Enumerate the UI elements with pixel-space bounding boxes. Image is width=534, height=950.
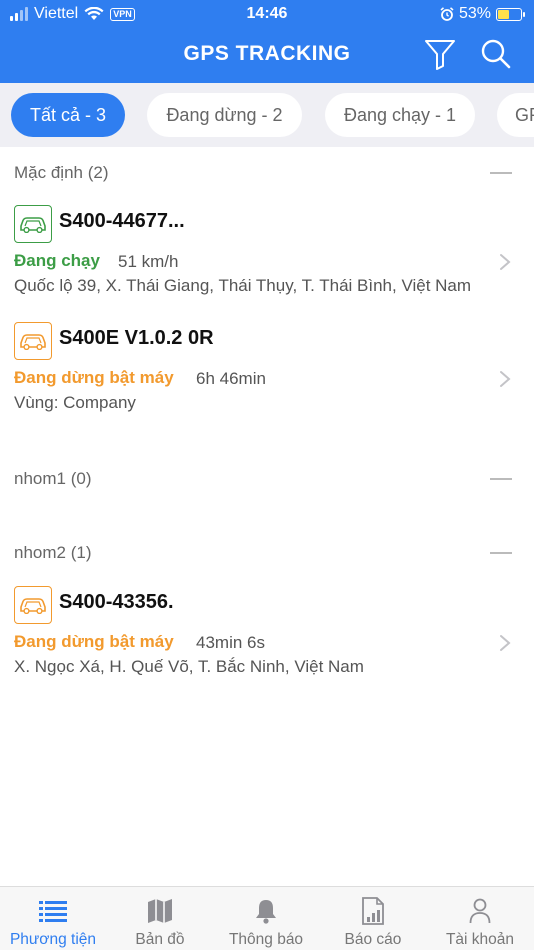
vehicle-item[interactable]: S400-44677... Đang chạy 51 km/h Quốc lộ … [0, 205, 534, 305]
vehicle-name: S400-43356. [59, 591, 174, 613]
group-header-nhom2[interactable]: nhom2 (1) [0, 538, 534, 568]
list-icon [38, 897, 68, 925]
app-header: Viettel VPN 14:46 53% GPS TRACKING [0, 0, 534, 83]
tab-account[interactable]: Tài khoản [427, 887, 533, 950]
group-label: Mặc định (2) [14, 163, 109, 182]
vehicle-speed: 51 km/h [118, 252, 179, 271]
filter-button[interactable] [424, 38, 456, 70]
vehicle-name: S400E V1.0.2 0R [59, 327, 214, 349]
bell-icon [251, 897, 281, 925]
alarm-icon [440, 7, 454, 21]
car-icon [14, 322, 52, 360]
chevron-right-icon [500, 371, 511, 387]
car-icon [14, 205, 52, 243]
group-label: nhom1 (0) [14, 469, 92, 488]
vehicle-status: Đang dừng bật máy [14, 632, 174, 651]
group-header-default[interactable]: Mặc định (2) [0, 158, 534, 188]
tab-label: Phương tiện [9, 931, 97, 948]
vehicle-address: Vùng: Company [14, 393, 136, 412]
bottom-tab-bar: Phương tiện Bản đồ Thông báo Báo cáo Tài… [0, 886, 534, 950]
tab-vehicles[interactable]: Phương tiện [0, 887, 106, 950]
tab-map[interactable]: Bản đồ [107, 887, 213, 950]
map-icon [145, 897, 175, 925]
chevron-right-icon [500, 635, 511, 651]
user-icon [465, 897, 495, 925]
vehicle-status: Đang chạy [14, 251, 100, 270]
tab-label: Tài khoản [445, 931, 515, 948]
vehicle-name: S400-44677... [59, 210, 185, 232]
tab-stopped[interactable]: Đang dừng - 2 [147, 93, 302, 137]
status-bar: Viettel VPN 14:46 53% [0, 0, 534, 28]
vehicle-item[interactable]: S400E V1.0.2 0R Đang dừng bật máy 6h 46m… [0, 322, 534, 422]
search-button[interactable] [480, 38, 512, 70]
battery-percent: 53% [458, 5, 491, 22]
tab-label: Thông báo [228, 931, 304, 948]
collapse-icon[interactable] [490, 478, 512, 480]
car-icon [14, 586, 52, 624]
group-header-nhom1[interactable]: nhom1 (0) [0, 464, 534, 494]
search-icon [481, 39, 511, 69]
vehicle-duration: 6h 46min [196, 369, 266, 388]
vehicle-address: X. Ngọc Xá, H. Quế Võ, T. Bắc Ninh, Việt… [14, 657, 364, 676]
tab-all[interactable]: Tất cả - 3 [11, 93, 125, 137]
tab-running[interactable]: Đang chạy - 1 [325, 93, 475, 137]
vehicle-status: Đang dừng bật máy [14, 368, 174, 387]
collapse-icon[interactable] [490, 552, 512, 554]
tab-reports[interactable]: Báo cáo [320, 887, 426, 950]
filter-icon [425, 40, 455, 70]
collapse-icon[interactable] [490, 172, 512, 174]
filter-tabs: Tất cả - 3 Đang dừng - 2 Đang chạy - 1 G… [0, 83, 534, 147]
tab-notifications[interactable]: Thông báo [213, 887, 319, 950]
group-label: nhom2 (1) [14, 543, 92, 562]
vehicle-duration: 43min 6s [196, 633, 265, 652]
vehicle-address: Quốc lộ 39, X. Thái Giang, Thái Thụy, T.… [14, 276, 472, 295]
tab-label: Báo cáo [344, 931, 402, 948]
tab-label: Bản đồ [135, 931, 185, 948]
battery-icon [496, 7, 525, 21]
chevron-right-icon [500, 254, 511, 270]
report-icon [358, 897, 388, 925]
vehicle-item[interactable]: S400-43356. Đang dừng bật máy 43min 6s X… [0, 586, 534, 686]
tab-gps[interactable]: GP [497, 93, 534, 137]
